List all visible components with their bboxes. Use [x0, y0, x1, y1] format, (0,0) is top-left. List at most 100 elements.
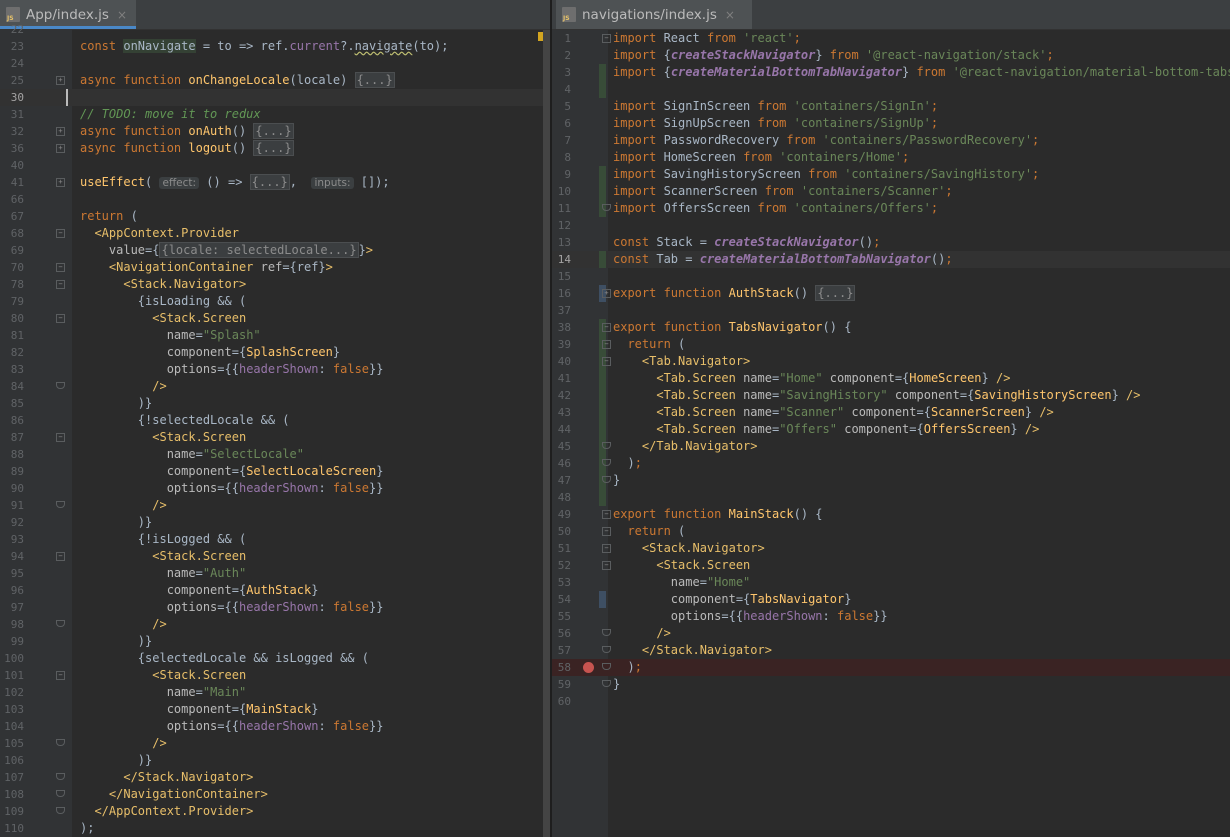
line-number[interactable]: 9	[552, 166, 571, 183]
line-number[interactable]: 89	[0, 463, 24, 480]
line-number[interactable]: 106	[0, 752, 24, 769]
code-line[interactable]: 83 options={{headerShown: false}}	[0, 361, 550, 378]
code-line[interactable]: 56 />	[552, 625, 1230, 642]
code-line[interactable]: 78 − <Stack.Navigator>	[0, 276, 550, 293]
code-line[interactable]: 40	[0, 157, 550, 174]
code-line[interactable]: 109 </AppContext.Provider>	[0, 803, 550, 820]
line-number[interactable]: 108	[0, 786, 24, 803]
line-number[interactable]: 15	[552, 268, 571, 285]
line-number[interactable]: 23	[0, 38, 24, 55]
collapse-fold-icon[interactable]: −	[602, 323, 611, 332]
line-number[interactable]: 80	[0, 310, 24, 327]
vcs-change-marker[interactable]	[599, 166, 606, 183]
code-line[interactable]: 80 − <Stack.Screen	[0, 310, 550, 327]
code-line[interactable]: 40 − <Tab.Navigator>	[552, 353, 1230, 370]
vcs-change-marker[interactable]	[599, 370, 606, 387]
collapse-fold-icon[interactable]: −	[56, 552, 65, 561]
line-number[interactable]: 105	[0, 735, 24, 752]
line-number[interactable]: 41	[552, 370, 571, 387]
code-line[interactable]: 12	[552, 217, 1230, 234]
code-line[interactable]: 81 name="Splash"	[0, 327, 550, 344]
code-line[interactable]: 15	[552, 268, 1230, 285]
line-number[interactable]: 44	[552, 421, 571, 438]
line-number[interactable]: 42	[552, 387, 571, 404]
collapse-fold-icon[interactable]: −	[602, 544, 611, 553]
line-number[interactable]: 14	[552, 251, 571, 268]
line-number[interactable]: 48	[552, 489, 571, 506]
line-number[interactable]: 32	[0, 123, 24, 140]
code-line[interactable]: 52 − <Stack.Screen	[552, 557, 1230, 574]
code-line[interactable]: 84 />	[0, 378, 550, 395]
line-number[interactable]: 2	[552, 47, 571, 64]
line-number[interactable]: 57	[552, 642, 571, 659]
line-number[interactable]: 67	[0, 208, 24, 225]
collapse-fold-icon[interactable]: −	[56, 280, 65, 289]
code-line[interactable]: 42 <Tab.Screen name="SavingHistory" comp…	[552, 387, 1230, 404]
code-line[interactable]: 106 )}	[0, 752, 550, 769]
line-number[interactable]: 69	[0, 242, 24, 259]
collapse-fold-icon[interactable]: −	[602, 340, 611, 349]
line-number[interactable]: 87	[0, 429, 24, 446]
code-line[interactable]: 94 − <Stack.Screen	[0, 548, 550, 565]
vcs-change-marker[interactable]	[599, 489, 606, 506]
code-line[interactable]: 79 {isLoading && (	[0, 293, 550, 310]
code-line[interactable]: 25 + async function onChangeLocale(locale)…	[0, 72, 550, 89]
right-code-editor[interactable]: 1− import React from 'react'; 2 import {cre…	[552, 30, 1230, 837]
line-number[interactable]: 96	[0, 582, 24, 599]
fold-end-icon[interactable]	[602, 663, 611, 670]
line-number[interactable]: 92	[0, 514, 24, 531]
code-line[interactable]: 68 − <AppContext.Provider	[0, 225, 550, 242]
line-number[interactable]: 95	[0, 565, 24, 582]
fold-end-icon[interactable]	[56, 739, 65, 746]
line-number[interactable]: 82	[0, 344, 24, 361]
code-line[interactable]: 16 + export function AuthStack() {...}	[552, 285, 1230, 302]
code-line[interactable]: 54 component={TabsNavigator}	[552, 591, 1230, 608]
code-line[interactable]: 48	[552, 489, 1230, 506]
line-number[interactable]: 94	[0, 548, 24, 565]
line-number[interactable]: 59	[552, 676, 571, 693]
vcs-change-marker[interactable]	[599, 183, 606, 200]
close-icon[interactable]: ×	[117, 8, 127, 22]
line-number[interactable]: 38	[552, 319, 571, 336]
code-line[interactable]: 1 − import React from 'react';	[552, 30, 1230, 47]
code-line[interactable]: 93 {!isLogged && (	[0, 531, 550, 548]
code-line[interactable]: 8 import HomeScreen from 'containers/Home…	[552, 149, 1230, 166]
line-number[interactable]: 16	[552, 285, 571, 302]
line-number[interactable]: 46	[552, 455, 571, 472]
fold-end-icon[interactable]	[602, 476, 611, 483]
collapse-fold-icon[interactable]: −	[56, 314, 65, 323]
code-line[interactable]: 2 import {createStackNavigator} from '@re…	[552, 47, 1230, 64]
code-line[interactable]: 45 </Tab.Navigator>	[552, 438, 1230, 455]
code-line[interactable]: 67 return (	[0, 208, 550, 225]
line-number[interactable]: 47	[552, 472, 571, 489]
line-number[interactable]: 99	[0, 633, 24, 650]
vcs-change-marker[interactable]	[599, 64, 606, 81]
code-line[interactable]: 99 )}	[0, 633, 550, 650]
fold-end-icon[interactable]	[56, 790, 65, 797]
line-number[interactable]: 81	[0, 327, 24, 344]
line-number[interactable]: 100	[0, 650, 24, 667]
line-number[interactable]: 60	[552, 693, 571, 710]
line-number[interactable]: 103	[0, 701, 24, 718]
fold-end-icon[interactable]	[602, 629, 611, 636]
code-line[interactable]: 100 {selectedLocale && isLogged && (	[0, 650, 550, 667]
line-number[interactable]: 97	[0, 599, 24, 616]
collapse-fold-icon[interactable]: −	[602, 357, 611, 366]
vcs-change-marker[interactable]	[599, 421, 606, 438]
collapse-fold-icon[interactable]: −	[602, 510, 611, 519]
code-line[interactable]: 31 // TODO: move it to redux	[0, 106, 550, 123]
code-line[interactable]: 3 import {createMaterialBottomTabNavigato…	[552, 64, 1230, 81]
fold-end-icon[interactable]	[602, 442, 611, 449]
code-line[interactable]: 14 const Tab = createMaterialBottomTabNav…	[552, 251, 1230, 268]
line-number[interactable]: 37	[552, 302, 571, 319]
code-line[interactable]: 50 − return (	[552, 523, 1230, 540]
expand-fold-icon[interactable]: +	[602, 289, 611, 298]
fold-end-icon[interactable]	[56, 620, 65, 627]
code-line[interactable]: 66	[0, 191, 550, 208]
line-number[interactable]: 36	[0, 140, 24, 157]
code-line[interactable]: 88 name="SelectLocale"	[0, 446, 550, 463]
line-number[interactable]: 93	[0, 531, 24, 548]
fold-end-icon[interactable]	[602, 204, 611, 211]
code-line[interactable]: 101 − <Stack.Screen	[0, 667, 550, 684]
line-number[interactable]: 85	[0, 395, 24, 412]
